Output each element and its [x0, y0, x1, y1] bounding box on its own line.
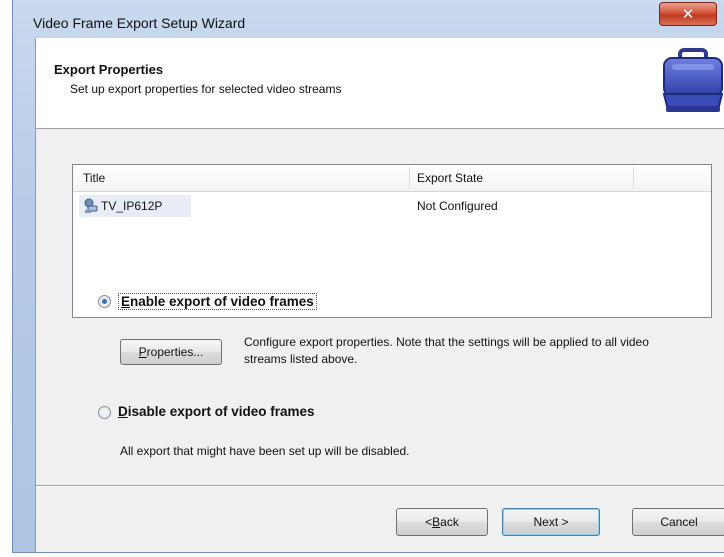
properties-description: Configure export properties. Note that t…: [244, 335, 649, 366]
camera-icon: [84, 198, 98, 213]
properties-button[interactable]: Properties...: [120, 339, 222, 365]
next-button[interactable]: Next >: [502, 508, 600, 536]
disable-description: All export that might have been set up w…: [120, 444, 410, 458]
window-title: Video Frame Export Setup Wizard: [33, 15, 246, 31]
enable-export-label[interactable]: Enable export of video frames: [118, 293, 317, 310]
window-frame: Video Frame Export Setup Wizard ✕ Export…: [12, 0, 724, 553]
column-header-title[interactable]: Title: [83, 171, 105, 185]
case-icon: [662, 48, 724, 112]
cancel-button[interactable]: Cancel: [632, 508, 724, 536]
list-header: Title Export State: [73, 165, 711, 192]
column-divider[interactable]: [409, 167, 410, 189]
disable-export-radio[interactable]: [98, 406, 111, 419]
column-header-export-state[interactable]: Export State: [417, 171, 483, 185]
wizard-header: Export Properties Set up export properti…: [36, 38, 724, 129]
footer-divider: [36, 485, 724, 487]
list-item[interactable]: TV_IP612P Not Configured: [73, 195, 711, 217]
disable-export-label[interactable]: Disable export of video frames: [118, 404, 315, 419]
stream-export-state: Not Configured: [417, 199, 498, 213]
close-button[interactable]: ✕: [659, 2, 717, 26]
page-title: Export Properties: [54, 62, 164, 77]
close-icon: ✕: [681, 6, 695, 23]
back-button[interactable]: < Back: [396, 508, 488, 536]
stream-title: TV_IP612P: [101, 199, 163, 213]
wizard-client-area: Export Properties Set up export properti…: [35, 38, 724, 552]
page-subtitle: Set up export properties for selected vi…: [70, 82, 342, 96]
column-divider[interactable]: [633, 167, 634, 189]
enable-export-radio[interactable]: [98, 295, 111, 308]
